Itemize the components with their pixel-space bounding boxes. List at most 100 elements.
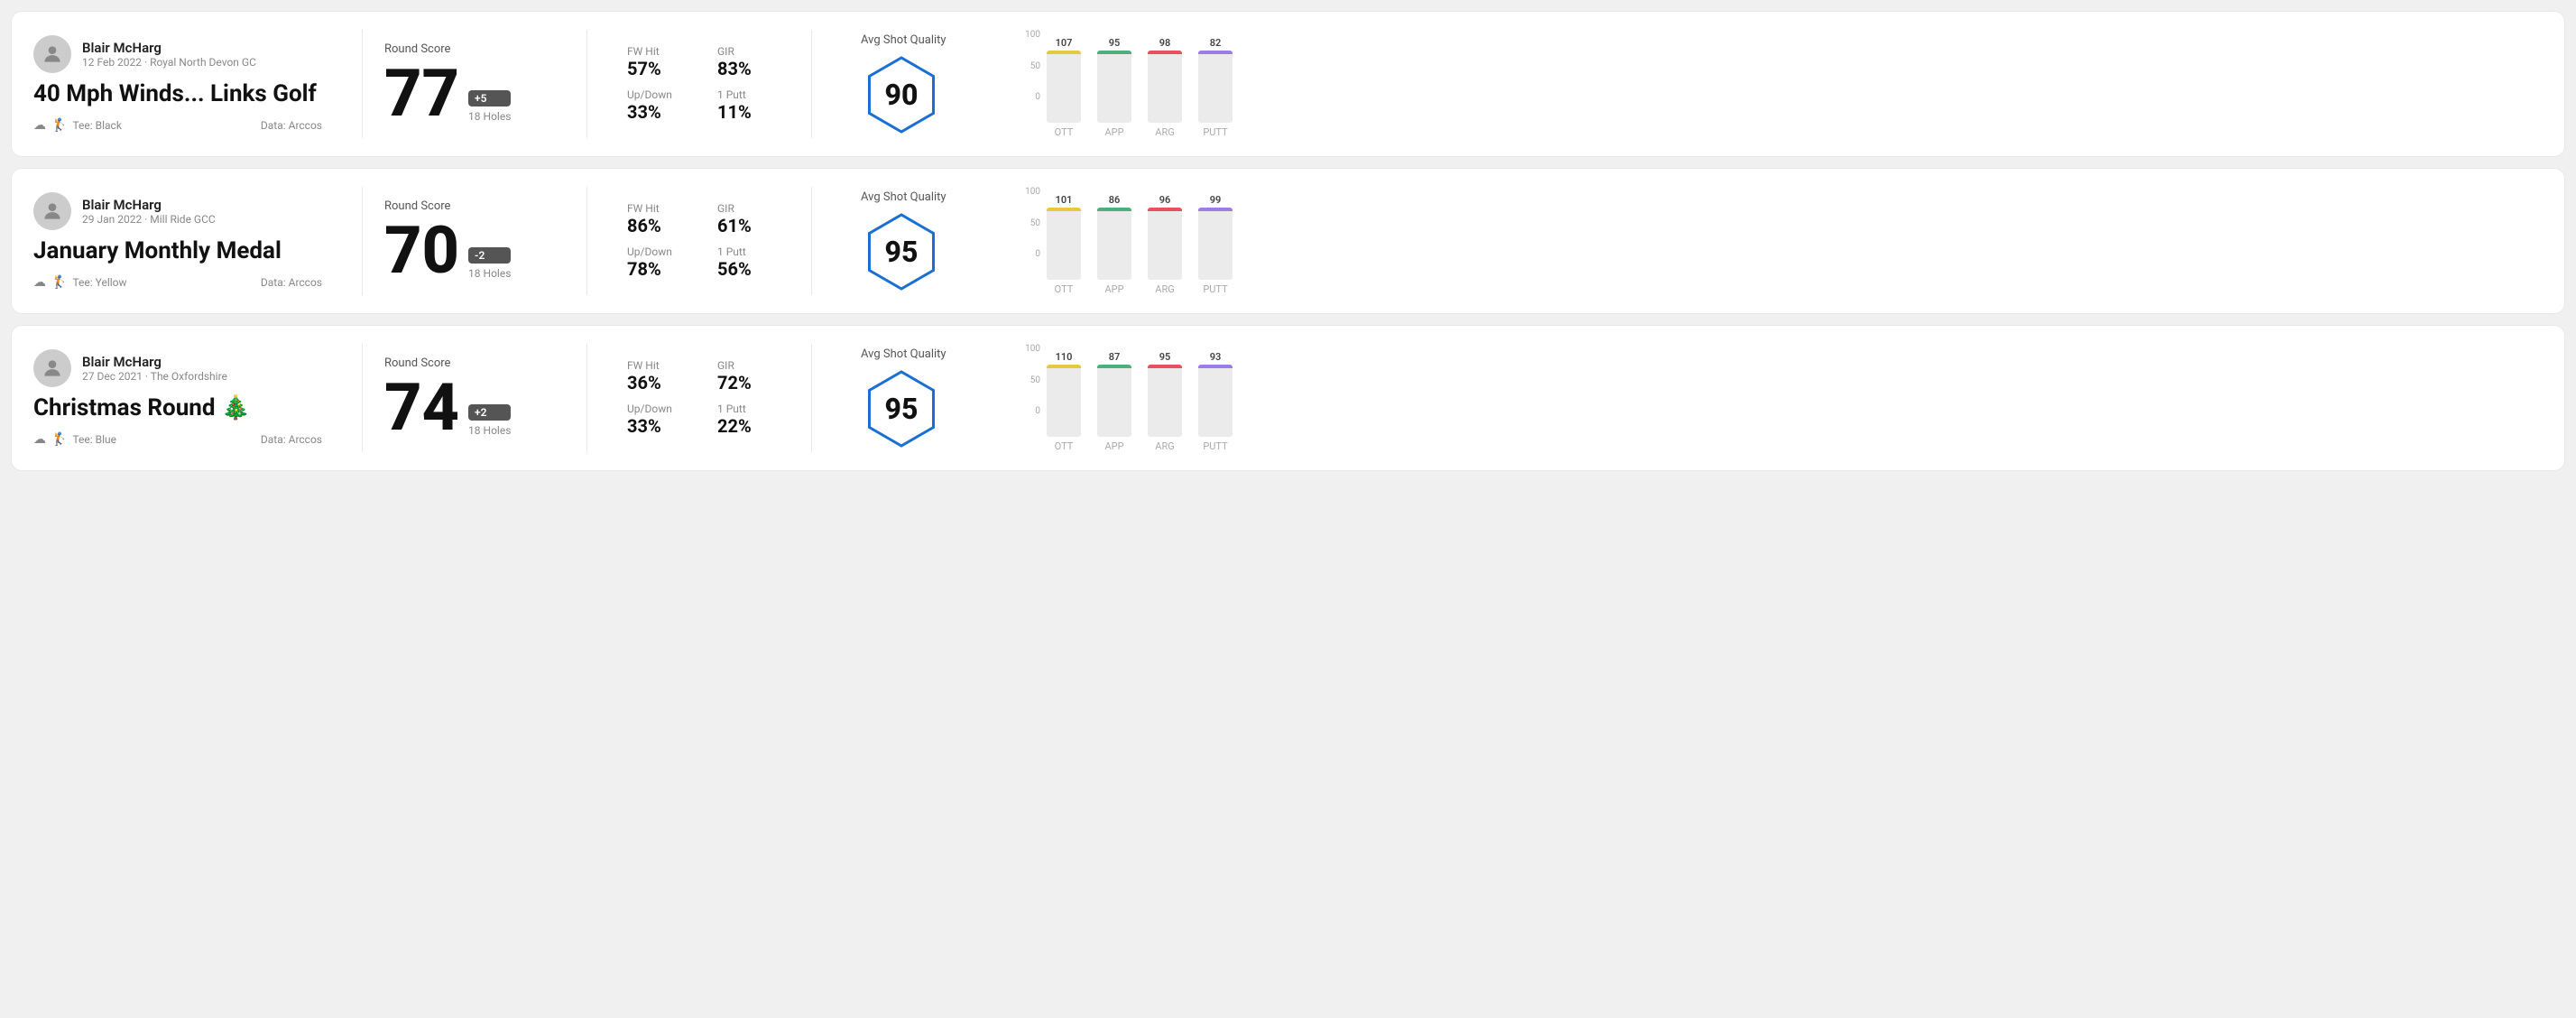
user-name-2: Blair McHarg bbox=[82, 354, 227, 370]
tee-info-0: ☁ 🏌 Tee: Black bbox=[33, 118, 122, 133]
oneputt-label-1: 1 Putt bbox=[717, 245, 789, 258]
tee-row-0: ☁ 🏌 Tee: Black Data: Arccos bbox=[33, 118, 322, 133]
fw-hit-label-2: FW Hit bbox=[627, 359, 699, 372]
bar-value-3: 82 bbox=[1210, 37, 1222, 49]
score-detail-1: -2 18 Holes bbox=[468, 247, 511, 280]
user-date-2: 27 Dec 2021 · The Oxfordshire bbox=[82, 370, 227, 383]
app-container: Blair McHarg 12 Feb 2022 · Royal North D… bbox=[11, 11, 2565, 471]
bar-group-1: 87 APP bbox=[1097, 351, 1131, 452]
quality-section-0: Avg Shot Quality 90 bbox=[861, 33, 1005, 135]
oneputt-label-2: 1 Putt bbox=[717, 403, 789, 415]
bar-group-0: 107 OTT bbox=[1047, 37, 1081, 138]
score-section-2: Round Score 74 +2 18 Holes bbox=[384, 356, 565, 440]
tee-info-2: ☁ 🏌 Tee: Blue bbox=[33, 432, 116, 447]
bar-bg-0 bbox=[1047, 51, 1081, 123]
bar-bg-2 bbox=[1148, 208, 1182, 280]
chart-section-1: 100 50 0 101 OTT 86 APP 96 bbox=[1023, 187, 2543, 295]
hexagon-container-1: 95 bbox=[861, 211, 942, 292]
score-detail-0: +5 18 Holes bbox=[468, 90, 511, 123]
avatar-1 bbox=[33, 192, 71, 230]
bar-label-0: OTT bbox=[1055, 440, 1074, 452]
divider-mid-0 bbox=[586, 30, 587, 138]
bar-line-1 bbox=[1097, 365, 1131, 368]
bar-value-1: 95 bbox=[1109, 37, 1121, 49]
score-number-2: 74 bbox=[384, 375, 459, 440]
user-date-0: 12 Feb 2022 · Royal North Devon GC bbox=[82, 56, 256, 69]
oneputt-value-1: 56% bbox=[717, 258, 789, 280]
tee-row-2: ☁ 🏌 Tee: Blue Data: Arccos bbox=[33, 432, 322, 447]
hex-number-2: 95 bbox=[885, 392, 919, 426]
score-row-0: 77 +5 18 Holes bbox=[384, 61, 565, 126]
y-axis-1: 100 50 0 bbox=[1023, 187, 1043, 277]
gir-label-1: GIR bbox=[717, 202, 789, 215]
user-info-1: Blair McHarg 29 Jan 2022 · Mill Ride GCC bbox=[33, 192, 322, 230]
quality-label-0: Avg Shot Quality bbox=[861, 33, 946, 47]
oneputt-value-0: 11% bbox=[717, 101, 789, 123]
bar-label-0: OTT bbox=[1055, 283, 1074, 295]
bar-label-0: OTT bbox=[1055, 126, 1074, 138]
bar-value-1: 86 bbox=[1109, 194, 1121, 206]
score-badge-2: +2 bbox=[468, 404, 511, 421]
tee-label-0: Tee: Black bbox=[72, 119, 121, 132]
fw-hit-label-1: FW Hit bbox=[627, 202, 699, 215]
round-card-0: Blair McHarg 12 Feb 2022 · Royal North D… bbox=[11, 11, 2565, 157]
tee-info-1: ☁ 🏌 Tee: Yellow bbox=[33, 275, 127, 290]
bar-group-0: 110 OTT bbox=[1047, 351, 1081, 452]
bar-line-3 bbox=[1198, 365, 1233, 368]
updown-value-0: 33% bbox=[627, 101, 699, 123]
hexagon-1: 95 bbox=[861, 211, 942, 292]
y-100-1: 100 bbox=[1023, 187, 1040, 197]
tee-row-1: ☁ 🏌 Tee: Yellow Data: Arccos bbox=[33, 275, 322, 290]
fw-hit-item-1: FW Hit 86% bbox=[627, 202, 699, 236]
hexagon-0: 90 bbox=[861, 54, 942, 135]
updown-item-0: Up/Down 33% bbox=[627, 88, 699, 123]
hex-number-0: 90 bbox=[885, 78, 919, 112]
fw-hit-item-0: FW Hit 57% bbox=[627, 45, 699, 79]
gir-item-2: GIR 72% bbox=[717, 359, 789, 393]
bar-line-2 bbox=[1148, 51, 1182, 54]
y-100-0: 100 bbox=[1023, 30, 1040, 40]
user-name-0: Blair McHarg bbox=[82, 40, 256, 56]
user-info-2: Blair McHarg 27 Dec 2021 · The Oxfordshi… bbox=[33, 349, 322, 387]
score-row-2: 74 +2 18 Holes bbox=[384, 375, 565, 440]
oneputt-item-0: 1 Putt 11% bbox=[717, 88, 789, 123]
user-date-1: 29 Jan 2022 · Mill Ride GCC bbox=[82, 213, 216, 226]
bar-value-0: 110 bbox=[1056, 351, 1073, 363]
tee-label-1: Tee: Yellow bbox=[72, 276, 126, 289]
hexagon-container-2: 95 bbox=[861, 368, 942, 449]
user-info-0: Blair McHarg 12 Feb 2022 · Royal North D… bbox=[33, 35, 322, 73]
y-100-2: 100 bbox=[1023, 344, 1040, 354]
quality-section-2: Avg Shot Quality 95 bbox=[861, 347, 1005, 449]
bars-container-0: 107 OTT 95 APP 98 ARG 82 PU bbox=[1047, 30, 1233, 138]
bag-icon-0: 🏌 bbox=[51, 118, 67, 133]
user-name-1: Blair McHarg bbox=[82, 197, 216, 213]
bar-group-1: 95 APP bbox=[1097, 37, 1131, 138]
score-holes-0: 18 Holes bbox=[468, 110, 511, 123]
bar-bg-3 bbox=[1198, 51, 1233, 123]
bar-bg-0 bbox=[1047, 365, 1081, 437]
score-holes-2: 18 Holes bbox=[468, 424, 511, 437]
updown-value-2: 33% bbox=[627, 415, 699, 437]
divider-right-2 bbox=[811, 344, 812, 452]
oneputt-item-2: 1 Putt 22% bbox=[717, 403, 789, 437]
updown-value-1: 78% bbox=[627, 258, 699, 280]
gir-value-0: 83% bbox=[717, 58, 789, 79]
left-section-1: Blair McHarg 29 Jan 2022 · Mill Ride GCC… bbox=[33, 192, 340, 290]
bar-label-3: PUTT bbox=[1203, 440, 1227, 452]
bar-value-2: 96 bbox=[1159, 194, 1171, 206]
stats-section-1: FW Hit 86% GIR 61% Up/Down 78% 1 Putt 56… bbox=[627, 202, 789, 280]
round-title-0: 40 Mph Winds... Links Golf bbox=[33, 80, 322, 107]
bar-label-2: ARG bbox=[1155, 283, 1174, 295]
bar-bg-2 bbox=[1148, 365, 1182, 437]
gir-label-0: GIR bbox=[717, 45, 789, 58]
divider-right-1 bbox=[811, 187, 812, 295]
user-icon-2 bbox=[41, 356, 64, 380]
y-50-0: 50 bbox=[1023, 61, 1040, 71]
bar-group-1: 86 APP bbox=[1097, 194, 1131, 295]
score-section-0: Round Score 77 +5 18 Holes bbox=[384, 42, 565, 126]
bar-bg-1 bbox=[1097, 208, 1131, 280]
stats-section-2: FW Hit 36% GIR 72% Up/Down 33% 1 Putt 22… bbox=[627, 359, 789, 437]
left-section-0: Blair McHarg 12 Feb 2022 · Royal North D… bbox=[33, 35, 340, 133]
bar-line-3 bbox=[1198, 51, 1233, 54]
bar-value-3: 93 bbox=[1210, 351, 1222, 363]
